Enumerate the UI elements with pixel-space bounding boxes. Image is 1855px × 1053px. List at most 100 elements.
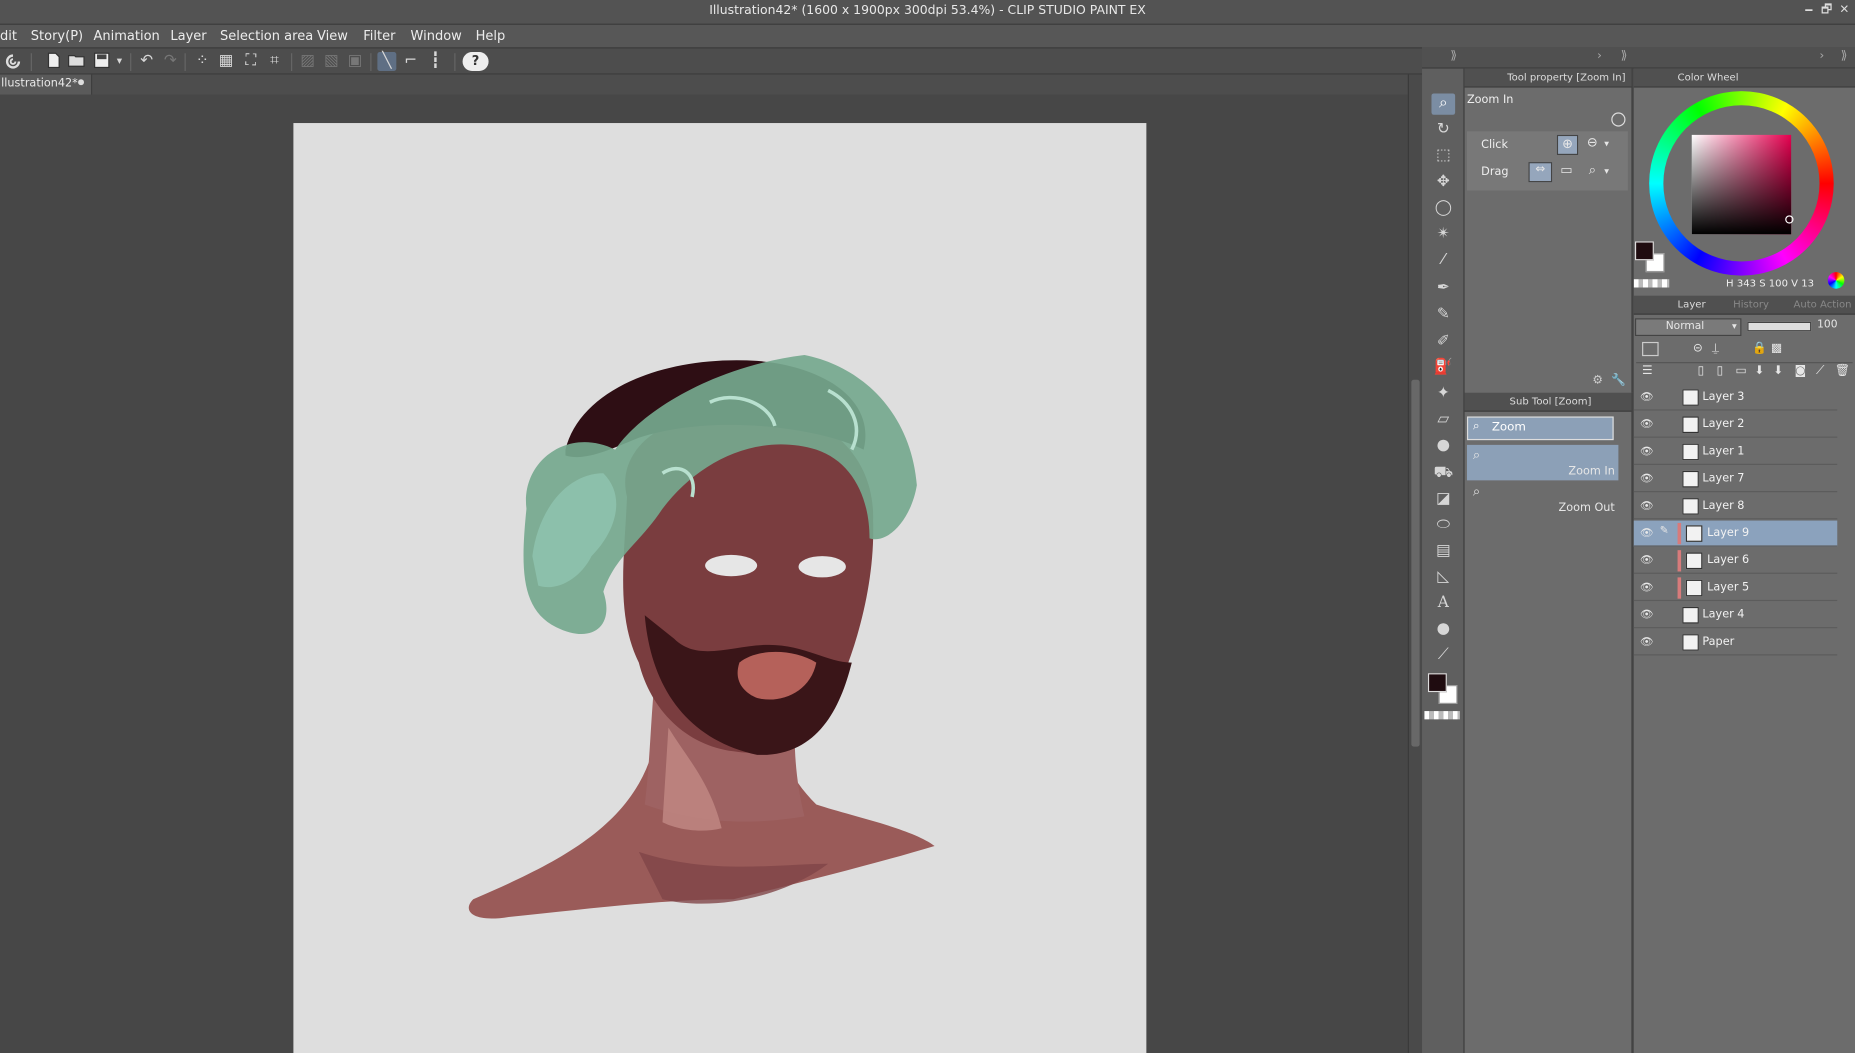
- snap-special-icon[interactable]: ⌐: [401, 52, 420, 71]
- expand-panel-icon[interactable]: ›: [1597, 50, 1602, 63]
- crop-icon[interactable]: ⌗: [265, 52, 284, 71]
- drag-zoom-icon[interactable]: ⌕: [1582, 162, 1603, 182]
- save-icon[interactable]: [92, 52, 111, 71]
- sub-tool-zoom-out[interactable]: ⌕ Zoom Out: [1467, 482, 1618, 517]
- menu-story[interactable]: Story(P): [31, 28, 83, 43]
- blend-mode-select[interactable]: Normal ▾: [1634, 318, 1742, 337]
- correct-line-tool-icon[interactable]: ⟋: [1431, 645, 1455, 666]
- eraser-icon[interactable]: ▧: [322, 52, 341, 71]
- color-mode-icon[interactable]: [1827, 272, 1845, 289]
- layer-row[interactable]: 👁 Layer 5: [1633, 575, 1838, 602]
- menu-selection-area[interactable]: Selection area: [220, 28, 313, 43]
- sub-tool-group-zoom[interactable]: ⌕ Zoom: [1466, 416, 1614, 441]
- saturation-value-square[interactable]: [1691, 134, 1792, 235]
- eye-icon[interactable]: 👁: [1640, 446, 1654, 458]
- canvas-area[interactable]: [0, 94, 1408, 1053]
- canvas-vertical-scrollbar[interactable]: [1407, 74, 1423, 1053]
- lock-icon[interactable]: 🔒: [1752, 342, 1767, 355]
- lock-transparency-icon[interactable]: ▩: [1771, 342, 1782, 355]
- layer-row[interactable]: 👁 Layer 1: [1633, 439, 1838, 465]
- menu-layer[interactable]: Layer: [170, 28, 206, 43]
- transparent-color-swatch[interactable]: [1424, 711, 1460, 720]
- collapse-dock-icon[interactable]: ⟫: [1621, 50, 1628, 63]
- eye-icon[interactable]: 👁: [1640, 500, 1654, 512]
- pencil-tool-icon[interactable]: ✎: [1431, 304, 1455, 325]
- menu-help[interactable]: Help: [476, 28, 506, 43]
- layer-row[interactable]: 👁 Layer 4: [1633, 602, 1838, 629]
- transfer-down-icon[interactable]: ⬇: [1754, 364, 1764, 377]
- expand-panel-icon[interactable]: ›: [1820, 50, 1825, 63]
- new-vector-layer-icon[interactable]: ▯: [1717, 364, 1724, 377]
- tab-history[interactable]: History: [1733, 299, 1769, 311]
- tab-auto-action[interactable]: Auto Action: [1793, 299, 1851, 311]
- fit-icon[interactable]: ▦: [216, 52, 235, 71]
- zoom-tool-icon[interactable]: ⌕: [1431, 93, 1456, 115]
- menu-filter[interactable]: Filter: [363, 28, 395, 43]
- tab-layer[interactable]: Layer: [1678, 299, 1706, 311]
- combine-down-icon[interactable]: ⬇: [1773, 364, 1783, 377]
- eye-icon[interactable]: 👁: [1640, 392, 1654, 404]
- eye-icon[interactable]: 👁: [1640, 473, 1654, 485]
- fill-icon[interactable]: ⛶: [241, 52, 260, 71]
- brush-tool-icon[interactable]: ✐: [1431, 331, 1455, 352]
- document-tab[interactable]: llustration42*: [0, 74, 93, 95]
- layer-color-icon[interactable]: [1642, 341, 1659, 357]
- clip-studio-icon[interactable]: [4, 52, 23, 71]
- save-dropdown-icon[interactable]: ▾: [110, 52, 129, 71]
- rotate-tool-icon[interactable]: ↻: [1431, 119, 1455, 140]
- auto-select-tool-icon[interactable]: ✴: [1431, 224, 1455, 245]
- trash-icon[interactable]: 🗑: [1835, 364, 1850, 377]
- move-layer-tool-icon[interactable]: ✥: [1431, 172, 1455, 193]
- chevron-down-icon[interactable]: ▾: [1604, 166, 1609, 177]
- gradient-tool-icon[interactable]: ◪: [1431, 489, 1455, 510]
- blend-tool-icon[interactable]: ●: [1431, 435, 1455, 456]
- tool-property-tab[interactable]: Tool property [Zoom In]: [1507, 72, 1625, 84]
- collapse-dock-icon[interactable]: ⟫: [1450, 50, 1457, 63]
- layer-row[interactable]: 👁 Layer 8: [1633, 493, 1838, 520]
- redo-icon[interactable]: ↷: [161, 52, 180, 71]
- eye-icon[interactable]: 👁: [1640, 637, 1654, 649]
- figure-tool-icon[interactable]: ⬭: [1431, 515, 1455, 536]
- drag-scroll-icon[interactable]: ⇔: [1528, 162, 1553, 183]
- select-icon[interactable]: ▣: [345, 52, 364, 71]
- paper-canvas[interactable]: [293, 123, 1147, 1053]
- main-color-swatch[interactable]: [1427, 673, 1447, 693]
- clipping-icon[interactable]: ⊝: [1693, 342, 1703, 355]
- eye-icon[interactable]: 👁: [1640, 582, 1654, 594]
- collapse-dock-icon[interactable]: ⟫: [1841, 50, 1848, 63]
- opacity-slider[interactable]: [1747, 321, 1812, 332]
- gear-icon[interactable]: ⚙: [1592, 374, 1603, 387]
- snap-grid-icon[interactable]: ┇: [426, 52, 445, 71]
- layer-row[interactable]: 👁 Layer 6: [1633, 548, 1838, 574]
- operation-tool-icon[interactable]: ⬚: [1431, 146, 1455, 167]
- drag-rect-icon[interactable]: ▭: [1556, 162, 1577, 182]
- layer-row[interactable]: 👁 Layer 7: [1633, 466, 1838, 493]
- eraser-tool-icon[interactable]: ▱: [1431, 409, 1455, 430]
- new-icon[interactable]: [44, 52, 63, 71]
- undo-icon[interactable]: ↶: [137, 52, 156, 71]
- decoration-tool-icon[interactable]: ✦: [1431, 383, 1455, 404]
- eye-icon[interactable]: 👁: [1640, 555, 1654, 567]
- tool-settings-icon[interactable]: [1611, 112, 1626, 127]
- mask-icon[interactable]: ◙: [1795, 364, 1806, 377]
- menu-window[interactable]: Window: [411, 28, 462, 43]
- chevron-down-icon[interactable]: ▾: [1604, 138, 1609, 149]
- zoom-in-mode-icon[interactable]: ⊕: [1556, 134, 1579, 155]
- new-folder-icon[interactable]: ▭: [1736, 364, 1747, 377]
- balloon-tool-icon[interactable]: ●: [1431, 619, 1455, 640]
- airbrush-tool-icon[interactable]: ⛽: [1431, 357, 1455, 378]
- scrollbar-thumb[interactable]: [1411, 379, 1420, 747]
- transform-icon[interactable]: ⁘: [193, 52, 212, 71]
- zoom-out-mode-icon[interactable]: ⊖: [1582, 135, 1603, 155]
- eye-icon[interactable]: 👁: [1640, 419, 1654, 431]
- sub-tool-tab[interactable]: Sub Tool [Zoom]: [1510, 396, 1592, 408]
- lasso-tool-icon[interactable]: ◯: [1431, 198, 1455, 219]
- close-button[interactable]: ✕: [1837, 4, 1851, 18]
- menu-edit[interactable]: dit: [0, 28, 17, 43]
- snap-ruler-icon[interactable]: ╲: [377, 52, 397, 71]
- ruler-tool-icon[interactable]: ◺: [1431, 567, 1455, 588]
- open-icon[interactable]: [67, 52, 86, 71]
- eye-icon[interactable]: 👁: [1640, 609, 1654, 621]
- layer-row-selected[interactable]: 👁 ✎ Layer 9: [1633, 520, 1838, 547]
- maximize-button[interactable]: 🗗: [1820, 4, 1834, 18]
